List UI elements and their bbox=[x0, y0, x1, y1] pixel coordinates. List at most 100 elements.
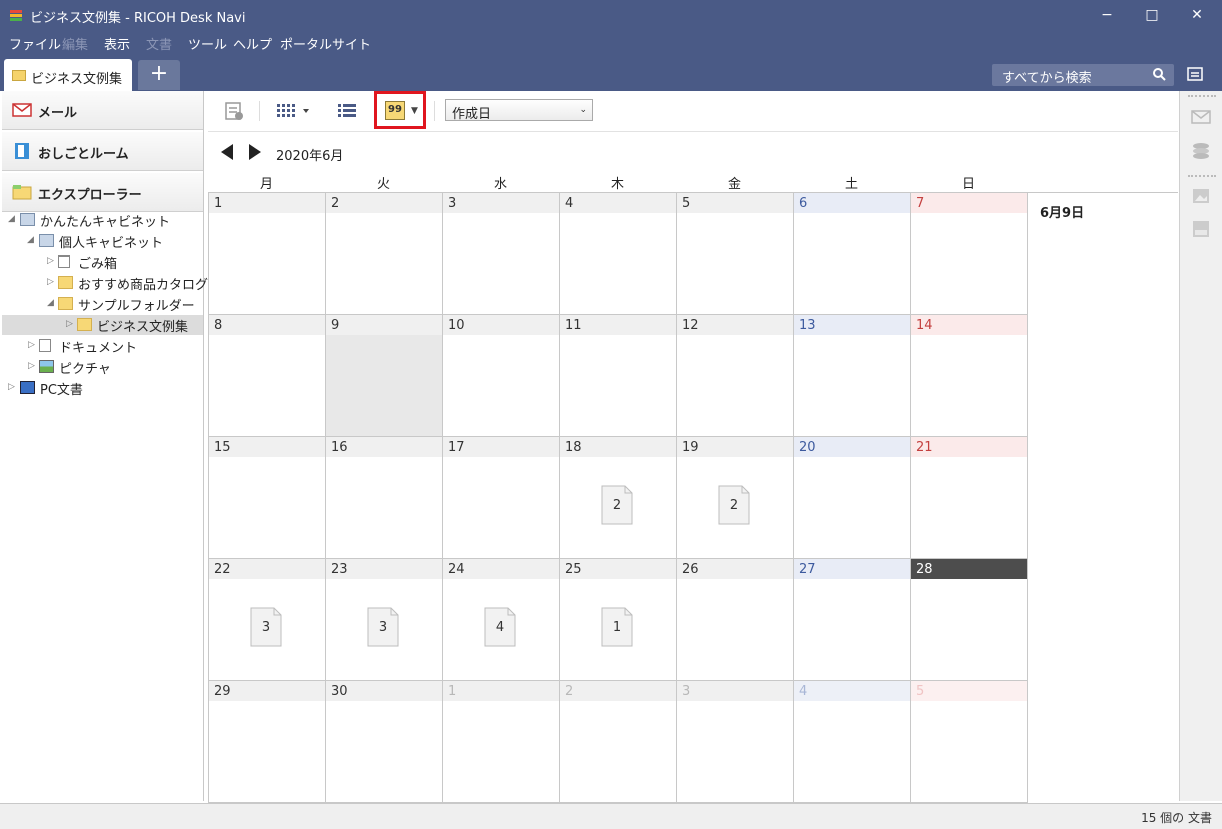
expand-icon[interactable]: ▷ bbox=[28, 340, 35, 350]
close-button[interactable]: ✕ bbox=[1182, 4, 1212, 26]
day-number: 22 bbox=[214, 562, 231, 577]
calendar-day-cell[interactable]: 1 bbox=[443, 681, 560, 803]
calendar-day-cell[interactable]: 2 bbox=[560, 681, 677, 803]
collapse-icon[interactable]: ◢ bbox=[47, 298, 54, 308]
send-mail-icon[interactable] bbox=[1191, 108, 1211, 126]
calendar-day-cell[interactable]: 3 bbox=[443, 193, 560, 315]
collapse-icon[interactable]: ◢ bbox=[8, 214, 15, 224]
calendar-day-cell[interactable]: 20 bbox=[794, 437, 911, 559]
calendar-day-cell[interactable]: 16 bbox=[326, 437, 443, 559]
day-header: 5 bbox=[677, 193, 793, 213]
expand-icon[interactable]: ▷ bbox=[28, 361, 35, 371]
tree-item-personal-cabinet[interactable]: ◢ 個人キャビネット bbox=[2, 231, 203, 251]
document-stack-icon[interactable]: 4 bbox=[484, 607, 516, 647]
calendar-day-cell[interactable]: 25 1 bbox=[560, 559, 677, 681]
tree-item-documents[interactable]: ▷ ドキュメント bbox=[2, 336, 203, 356]
properties-icon[interactable] bbox=[224, 101, 244, 121]
stack-icon[interactable] bbox=[1191, 141, 1211, 159]
minimize-button[interactable]: − bbox=[1092, 4, 1122, 26]
tab-business-examples[interactable]: ビジネス文例集 bbox=[4, 59, 132, 91]
expand-icon[interactable]: ▷ bbox=[8, 382, 15, 392]
calendar-day-cell[interactable]: 27 bbox=[794, 559, 911, 681]
calendar-day-cell[interactable]: 10 bbox=[443, 315, 560, 437]
explorer-folder-icon bbox=[12, 185, 32, 200]
collapse-icon[interactable]: ◢ bbox=[27, 235, 34, 245]
list-view-icon[interactable] bbox=[336, 101, 358, 121]
calendar-day-cell[interactable]: 26 bbox=[677, 559, 794, 681]
sidebar-explorer[interactable]: エクスプローラー bbox=[2, 173, 203, 212]
calendar-day-cell[interactable]: 22 3 bbox=[209, 559, 326, 681]
calendar-day-cell[interactable]: 8 bbox=[209, 315, 326, 437]
calendar-view-button[interactable]: 99 ▼ bbox=[374, 91, 426, 129]
calendar-day-cell[interactable]: 5 bbox=[911, 681, 1028, 803]
day-number: 4 bbox=[565, 196, 574, 211]
day-header: 28 bbox=[911, 559, 1027, 579]
pdf-convert-icon[interactable] bbox=[1191, 220, 1211, 238]
calendar-day-cell[interactable]: 12 bbox=[677, 315, 794, 437]
toolbar-divider bbox=[434, 101, 435, 121]
calendar-day-cell[interactable]: 24 4 bbox=[443, 559, 560, 681]
tree-item-pictures[interactable]: ▷ ピクチャ bbox=[2, 357, 203, 377]
day-number: 13 bbox=[799, 318, 816, 333]
calendar-day-cell[interactable]: 18 2 bbox=[560, 437, 677, 559]
divider bbox=[1188, 95, 1216, 97]
day-number: 30 bbox=[331, 684, 348, 699]
calendar-day-cell[interactable]: 6 bbox=[794, 193, 911, 315]
tree-item-easy-cabinet[interactable]: ◢ かんたんキャビネット bbox=[2, 210, 203, 230]
tree-item-pc-documents[interactable]: ▷ PC文書 bbox=[2, 378, 203, 398]
expand-icon[interactable]: ▷ bbox=[47, 277, 54, 287]
calendar-day-cell[interactable]: 29 bbox=[209, 681, 326, 803]
menu-portal[interactable]: ポータルサイト bbox=[280, 34, 371, 53]
document-stack-icon[interactable]: 3 bbox=[367, 607, 399, 647]
tree-item-business-examples[interactable]: ▷ ビジネス文例集 bbox=[2, 315, 203, 335]
search-icon[interactable] bbox=[1152, 67, 1166, 81]
expand-icon[interactable]: ▷ bbox=[66, 319, 73, 329]
calendar-day-cell[interactable]: 28 bbox=[911, 559, 1028, 681]
document-stack-icon[interactable]: 3 bbox=[250, 607, 282, 647]
document-stack-icon[interactable]: 2 bbox=[718, 485, 750, 525]
calendar-day-cell[interactable]: 13 bbox=[794, 315, 911, 437]
calendar-day-cell[interactable]: 4 bbox=[560, 193, 677, 315]
day-number: 4 bbox=[799, 684, 808, 699]
tree-item-trash[interactable]: ▷ ごみ箱 bbox=[2, 252, 203, 272]
calendar-day-cell[interactable]: 15 bbox=[209, 437, 326, 559]
calendar-day-cell[interactable]: 30 bbox=[326, 681, 443, 803]
calendar-day-cell[interactable]: 3 bbox=[677, 681, 794, 803]
panel-toggle-icon[interactable] bbox=[1187, 67, 1203, 81]
menu-help[interactable]: ヘルプ bbox=[233, 34, 272, 53]
calendar-day-cell[interactable]: 11 bbox=[560, 315, 677, 437]
menu-view[interactable]: 表示 bbox=[104, 34, 130, 53]
sidebar-work-room[interactable]: おしごとルーム bbox=[2, 132, 203, 171]
sidebar-mail[interactable]: メール bbox=[2, 91, 203, 130]
document-stack-icon[interactable]: 1 bbox=[601, 607, 633, 647]
tree-item-catalog[interactable]: ▷ おすすめ商品カタログ集 bbox=[2, 273, 221, 293]
calendar-day-cell[interactable]: 9 bbox=[326, 315, 443, 437]
calendar-day-cell[interactable]: 1 bbox=[209, 193, 326, 315]
calendar-day-cell[interactable]: 2 bbox=[326, 193, 443, 315]
chevron-down-icon[interactable]: ▼ bbox=[411, 106, 418, 116]
menu-file[interactable]: ファイル bbox=[9, 34, 61, 53]
calendar-day-cell[interactable]: 23 3 bbox=[326, 559, 443, 681]
calendar-day-cell[interactable]: 17 bbox=[443, 437, 560, 559]
search-box[interactable]: すべてから検索 bbox=[992, 64, 1174, 86]
next-month-icon[interactable] bbox=[248, 143, 262, 161]
calendar-day-cell[interactable]: 19 2 bbox=[677, 437, 794, 559]
calendar-day-cell[interactable]: 21 bbox=[911, 437, 1028, 559]
previous-month-icon[interactable] bbox=[220, 143, 234, 161]
image-convert-icon[interactable] bbox=[1191, 187, 1211, 205]
day-header: 29 bbox=[209, 681, 325, 701]
expand-icon[interactable]: ▷ bbox=[47, 256, 54, 266]
menu-tools[interactable]: ツール bbox=[188, 34, 227, 53]
document-count-badge: 2 bbox=[612, 498, 622, 513]
calendar-day-cell[interactable]: 5 bbox=[677, 193, 794, 315]
calendar-day-cell[interactable]: 14 bbox=[911, 315, 1028, 437]
sort-field-select[interactable]: 作成日 ⌄ bbox=[445, 99, 593, 122]
grid-view-icon[interactable] bbox=[275, 101, 313, 121]
calendar-day-cell[interactable]: 4 bbox=[794, 681, 911, 803]
day-header: 27 bbox=[794, 559, 910, 579]
tree-item-sample-folder[interactable]: ◢ サンプルフォルダー bbox=[2, 294, 203, 314]
add-tab-button[interactable]: + bbox=[138, 60, 180, 90]
document-stack-icon[interactable]: 2 bbox=[601, 485, 633, 525]
maximize-button[interactable]: □ bbox=[1137, 4, 1167, 26]
calendar-day-cell[interactable]: 7 bbox=[911, 193, 1028, 315]
